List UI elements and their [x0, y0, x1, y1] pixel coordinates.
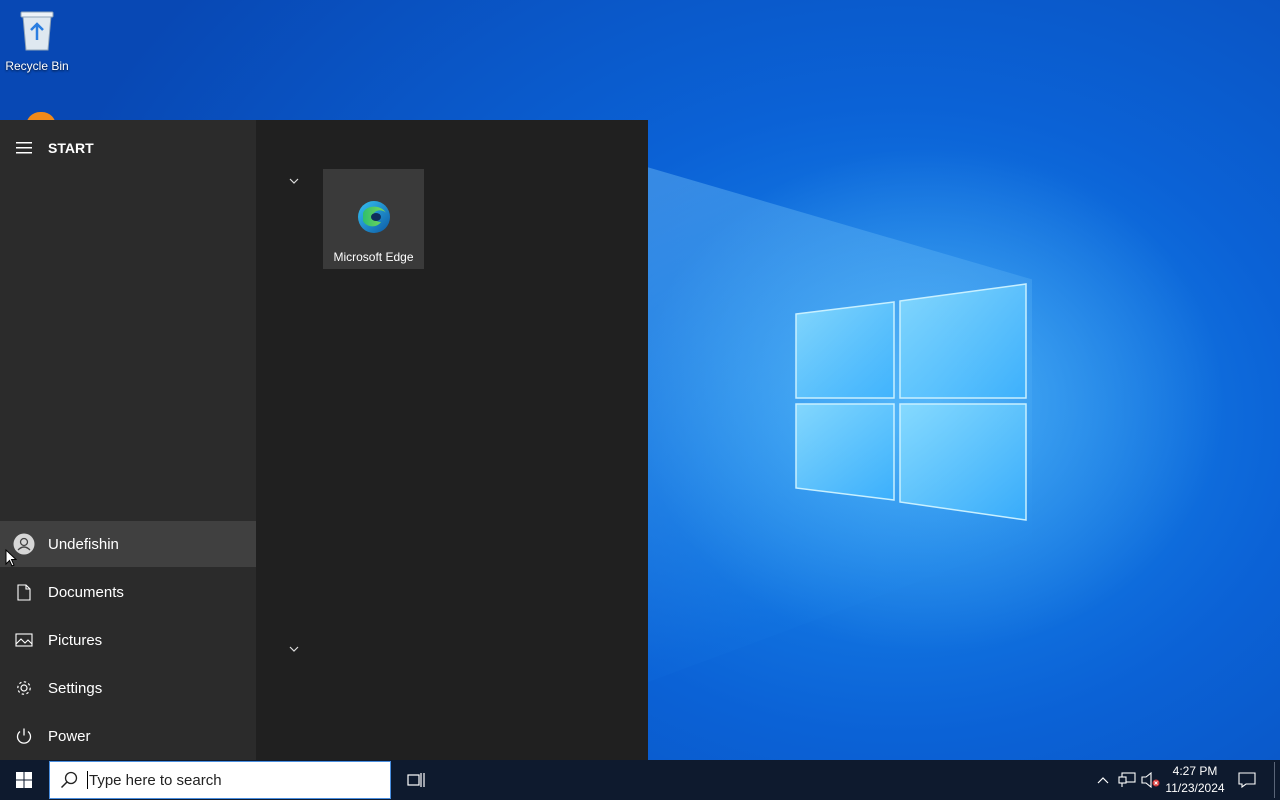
start-left-rail: START Undefishin Documents Pictures Sett…	[0, 120, 256, 760]
taskbar-search-box[interactable]: Type here to search	[49, 761, 391, 799]
tile-label: Microsoft Edge	[333, 250, 414, 264]
start-item-label: Documents	[48, 583, 124, 601]
volume-button[interactable]	[1140, 760, 1162, 800]
windows-start-icon	[16, 772, 32, 788]
mouse-cursor-icon	[5, 549, 17, 567]
start-item-settings[interactable]: Settings	[0, 665, 256, 711]
start-header: START	[0, 128, 256, 168]
task-view-button[interactable]	[398, 760, 434, 800]
start-item-documents[interactable]: Documents	[0, 569, 256, 615]
desktop-icon-label: Recycle Bin	[5, 59, 69, 73]
chevron-up-icon	[1097, 777, 1109, 784]
start-button[interactable]	[0, 760, 48, 800]
windows-logo-wallpaper	[795, 283, 1027, 521]
chevron-down-icon[interactable]	[286, 173, 302, 189]
edge-icon	[358, 201, 390, 233]
task-view-icon	[407, 773, 425, 787]
start-menu: START Undefishin Documents Pictures Sett…	[0, 120, 648, 760]
document-icon	[17, 583, 31, 601]
taskbar-clock[interactable]: 4:27 PM 11/23/2024	[1160, 763, 1230, 797]
start-user-account[interactable]: Undefishin	[0, 521, 256, 567]
start-item-power[interactable]: Power	[0, 713, 256, 759]
hamburger-icon	[16, 142, 32, 154]
power-icon	[16, 728, 32, 744]
show-hidden-icons-button[interactable]	[1094, 760, 1112, 800]
recycle-bin-icon	[20, 11, 54, 51]
search-placeholder: Type here to search	[89, 771, 222, 789]
clock-time: 4:27 PM	[1172, 764, 1218, 778]
action-center-button[interactable]	[1232, 760, 1262, 800]
start-item-pictures[interactable]: Pictures	[0, 617, 256, 663]
notification-icon	[1238, 772, 1256, 788]
search-icon	[60, 771, 78, 789]
user-name-label: Undefishin	[48, 535, 119, 553]
chevron-down-icon[interactable]	[286, 641, 302, 657]
gear-icon	[17, 681, 31, 695]
show-desktop-button[interactable]	[1274, 762, 1275, 798]
pictures-icon	[15, 633, 33, 647]
volume-muted-icon	[1141, 772, 1160, 788]
start-item-label: Power	[48, 727, 91, 745]
network-icon	[1118, 772, 1136, 787]
clock-date: 11/23/2024	[1165, 781, 1225, 795]
text-caret	[87, 771, 88, 789]
desktop-icon-recycle-bin[interactable]: Recycle Bin	[4, 6, 70, 73]
start-item-label: Settings	[48, 679, 103, 697]
start-item-label: Pictures	[48, 631, 103, 649]
tile-microsoft-edge[interactable]: Microsoft Edge	[323, 169, 424, 269]
network-button[interactable]	[1116, 760, 1138, 800]
start-title: START	[48, 140, 94, 156]
hamburger-menu-button[interactable]	[0, 128, 48, 168]
taskbar: Type here to search 4:27 PM 11/23/2024	[0, 760, 1280, 800]
